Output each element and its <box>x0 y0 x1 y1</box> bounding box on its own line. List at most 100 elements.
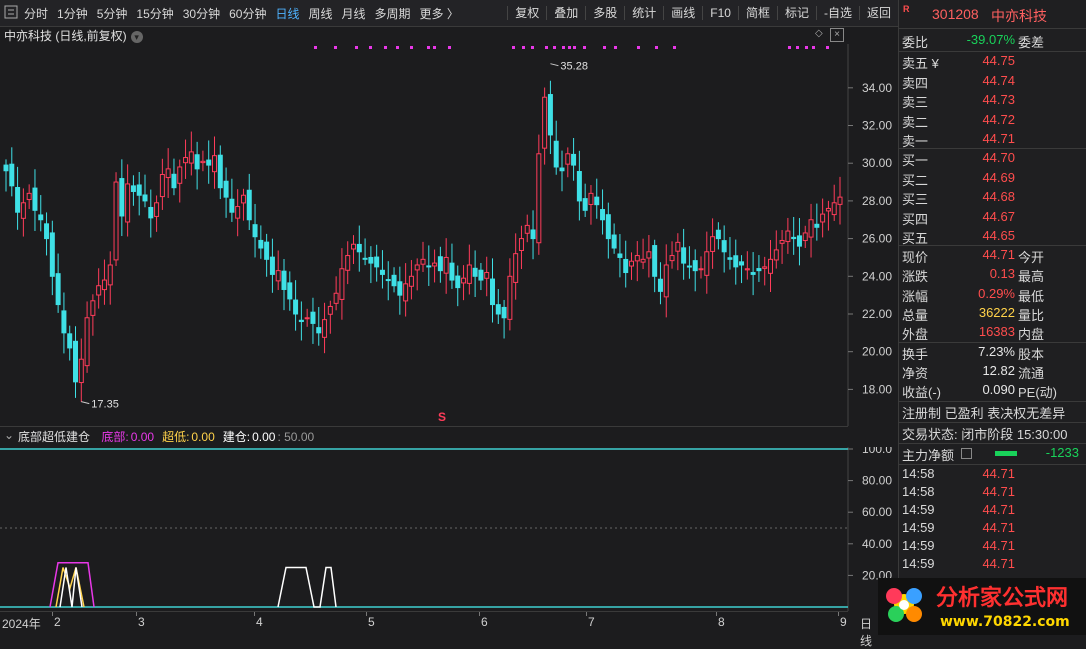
tool-button-3[interactable]: 统计 <box>624 6 663 20</box>
indicator-tick-label: 100.0 <box>862 447 892 456</box>
indicator-item-value: 0.00 <box>252 430 276 444</box>
tab-0[interactable]: 分时 <box>24 5 48 22</box>
tool-button-9[interactable]: 返回 <box>858 6 898 20</box>
candle-body <box>675 241 681 252</box>
stat-value: 0.090 <box>982 382 1015 397</box>
diamond-icon[interactable]: ◇ <box>815 28 823 39</box>
ask-row[interactable]: 卖三 44.73 <box>899 92 1086 111</box>
bid-label: 买三 <box>902 192 929 207</box>
signal-dot <box>673 46 676 49</box>
signal-dot <box>522 46 525 49</box>
tool-button-4[interactable]: 画线 <box>663 6 702 20</box>
candle-body <box>791 236 797 240</box>
tab-9[interactable]: 多周期 <box>375 5 411 22</box>
tool-button-6[interactable]: 简框 <box>737 6 777 20</box>
ask-label: 卖五 ¥ <box>902 56 939 71</box>
candle-body <box>223 180 229 198</box>
list-icon[interactable] <box>961 448 972 459</box>
x-axis: 2024年 2 3 4 5 6 7 8 9 日线 <box>0 611 872 648</box>
ask-row[interactable]: 卖四 44.74 <box>899 73 1086 92</box>
tab-7[interactable]: 周线 <box>308 5 332 22</box>
tab-8[interactable]: 月线 <box>342 5 366 22</box>
signal-dot <box>369 46 372 49</box>
indicator-chart[interactable]: 100.080.0060.0040.0020.00 <box>0 447 898 611</box>
signal-dot <box>448 46 451 49</box>
tab-10[interactable]: 更多 〉 <box>420 5 459 22</box>
candle-body <box>704 251 710 276</box>
candle-body <box>229 198 235 213</box>
stat-label: 收益(-) <box>902 385 941 400</box>
bid-row[interactable]: 买三 44.68 <box>899 189 1086 208</box>
ask-row[interactable]: 卖二 44.72 <box>899 112 1086 131</box>
signal-dot <box>512 46 515 49</box>
tab-2[interactable]: 5分钟 <box>97 5 128 22</box>
tool-button-7[interactable]: 标记 <box>776 6 816 20</box>
candle-body <box>200 160 206 164</box>
candle-body <box>698 268 704 271</box>
tool-button-2[interactable]: 多股 <box>585 6 624 20</box>
stock-info: 注册制 已盈利 表决权无差异 <box>902 406 1066 421</box>
watermark-logo: 分析家公式网 www.70822.com <box>878 578 1086 635</box>
ask-row[interactable]: 卖五 ¥ 44.75 <box>899 53 1086 72</box>
x-axis-tick <box>838 612 839 616</box>
tick-price: 44.71 <box>982 538 1015 553</box>
x-axis-label: 9 <box>840 615 847 629</box>
candle-body <box>78 358 84 384</box>
candle-body <box>356 243 362 253</box>
tick-time: 14:58 <box>902 466 935 481</box>
bid-label: 买一 <box>902 153 929 168</box>
ask-label: 卖四 <box>902 75 929 91</box>
candle-body <box>298 319 304 323</box>
candle-body <box>252 224 258 238</box>
chevron-down-icon[interactable]: ▾ <box>130 30 143 43</box>
candle-body <box>275 270 281 282</box>
candle-body <box>646 251 652 259</box>
candle-body <box>293 299 299 315</box>
tool-button-5[interactable]: F10 <box>702 6 738 20</box>
candle-body <box>756 268 762 272</box>
candle-body <box>547 94 553 136</box>
candle-body <box>588 192 594 205</box>
signal-dot <box>545 46 548 49</box>
tick-price: 44.71 <box>982 556 1015 571</box>
bid-row[interactable]: 买四 44.67 <box>899 209 1086 228</box>
candle-body <box>594 196 600 206</box>
toolbar: 分时 1分钟 5分钟 15分钟 30分钟 60分钟 日线 周线 月线 多周期 更多 〉 复权 叠加 多股… <box>0 0 898 27</box>
app-menu-icon[interactable] <box>4 5 18 19</box>
tool-button-8[interactable]: -自选 <box>815 6 859 20</box>
tab-5[interactable]: 60分钟 <box>229 5 266 22</box>
bid-price: 44.67 <box>982 208 1015 224</box>
indicator-ref-level: : 50.00 <box>277 430 315 444</box>
candle-body <box>461 277 467 284</box>
bid-row[interactable]: 买二 44.69 <box>899 170 1086 189</box>
candle-body <box>322 319 328 338</box>
signal-dot <box>637 46 640 49</box>
wei-bi-row: 委比 -39.07% 委差 <box>899 32 1086 51</box>
candle-body <box>652 245 658 277</box>
candle-body <box>212 155 217 173</box>
candle-body <box>55 273 61 306</box>
stat-label: 外盘 <box>902 327 929 343</box>
ask-label: 卖三 <box>902 95 929 110</box>
indicator-item-label: 建仓: <box>222 430 251 444</box>
tick-time: 14:59 <box>902 538 935 553</box>
stat-row: 收益(-) 0.090 PE(动) <box>899 382 1086 401</box>
close-icon[interactable]: × <box>830 28 844 42</box>
candle-body <box>84 317 90 367</box>
candle-body <box>472 267 478 277</box>
tab-1[interactable]: 1分钟 <box>57 5 88 22</box>
indicator-tick-label: 80.00 <box>862 474 892 488</box>
tab-3[interactable]: 15分钟 <box>136 5 173 22</box>
kline-chart[interactable]: 34.00 32.00 30.00 28.00 26.00 24.00 22.00 20.00… <box>0 44 898 426</box>
chevron-down-icon[interactable]: ⌄ <box>4 428 14 442</box>
stat-label: 涨跌 <box>902 269 929 285</box>
tool-button-1[interactable]: 叠加 <box>546 6 585 20</box>
tab-6[interactable]: 日线 <box>275 5 299 22</box>
signal-dot <box>531 46 534 49</box>
candle-body <box>362 257 368 260</box>
tab-4[interactable]: 30分钟 <box>183 5 220 22</box>
stat-value: 7.23% <box>978 344 1015 359</box>
candle-body <box>814 223 820 228</box>
tool-button-0[interactable]: 复权 <box>507 6 546 20</box>
bid-row[interactable]: 买一 44.70 <box>899 150 1086 169</box>
